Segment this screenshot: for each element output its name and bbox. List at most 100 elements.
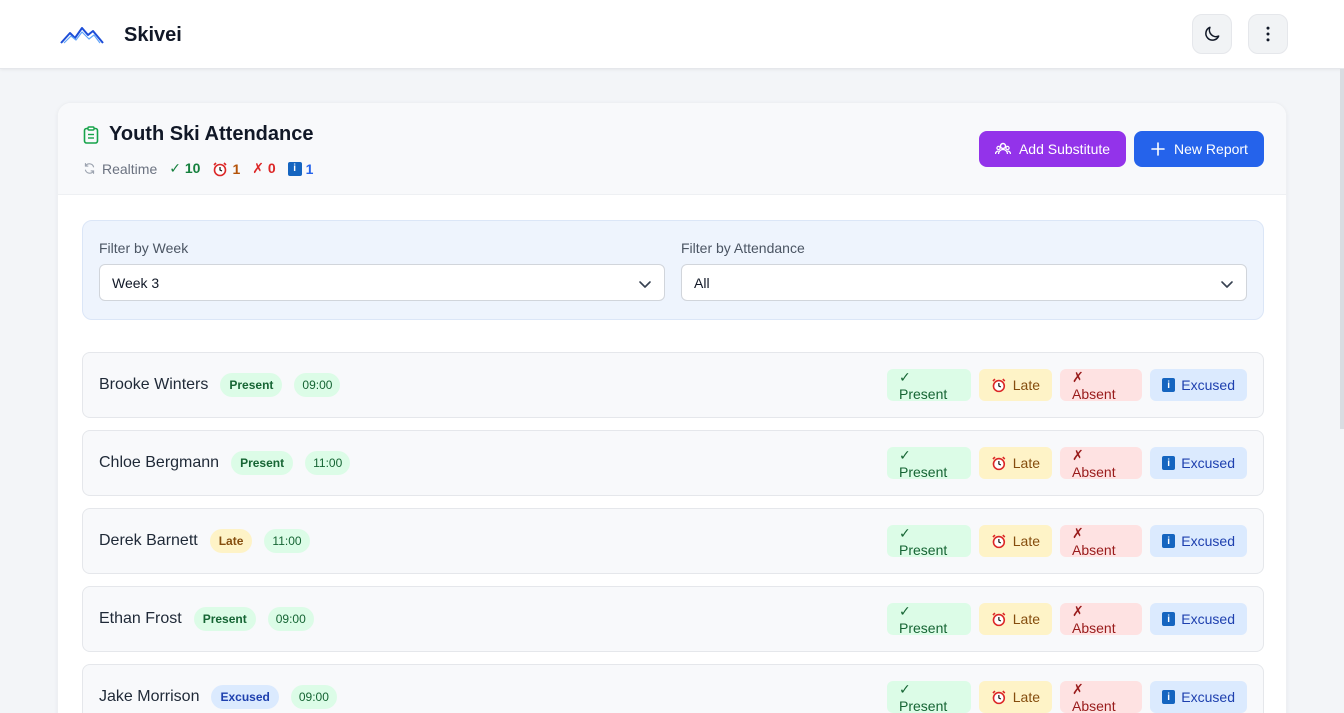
row-actions: ✓ Present Late ✗ Absent i Excused <box>887 369 1247 402</box>
chevron-down-icon <box>639 281 651 288</box>
status-badge: Late <box>209 529 253 553</box>
attendance-filter-label: Filter by Attendance <box>681 240 805 256</box>
stats-row: Realtime ✓ 10 1 ✗ 0 i 1 <box>83 160 313 177</box>
excused-label: Excused <box>1181 377 1235 393</box>
mark-excused-button[interactable]: i Excused <box>1150 369 1247 401</box>
status-badge: Excused <box>211 685 279 709</box>
brand[interactable]: Skivei <box>60 22 182 48</box>
excused-label: Excused <box>1181 533 1235 549</box>
late-label: Late <box>1012 689 1040 705</box>
excused-label: Excused <box>1181 611 1235 627</box>
excused-stat: i 1 <box>287 160 314 177</box>
week-select[interactable]: Week 3 <box>99 264 665 301</box>
mark-excused-button[interactable]: i Excused <box>1150 603 1247 635</box>
student-name: Brooke Winters <box>99 376 209 393</box>
student-name: Derek Barnett <box>99 532 198 549</box>
week-filter-label: Filter by Week <box>99 240 189 256</box>
info-icon: i <box>1162 690 1176 704</box>
mark-absent-button[interactable]: ✗ Absent <box>1060 525 1142 558</box>
mark-late-button[interactable]: Late <box>979 525 1052 557</box>
excused-label: Excused <box>1181 689 1235 705</box>
time-badge: 09:00 <box>290 685 337 709</box>
mark-late-button[interactable]: Late <box>979 681 1052 713</box>
attendance-select[interactable]: All <box>681 264 1247 301</box>
info-icon: i <box>1162 534 1176 548</box>
student-row: Chloe Bergmann Present 11:00 ✓ Present L… <box>82 430 1264 496</box>
mark-present-button[interactable]: ✓ Present <box>887 369 971 402</box>
status-badge: Present <box>193 607 256 631</box>
mark-late-button[interactable]: Late <box>979 447 1052 479</box>
more-menu-button[interactable] <box>1248 14 1288 54</box>
row-actions: ✓ Present Late ✗ Absent i Excused <box>887 603 1247 636</box>
mark-present-button[interactable]: ✓ Present <box>887 681 971 713</box>
refresh-icon <box>84 163 95 174</box>
late-label: Late <box>1012 533 1040 549</box>
time-badge: 09:00 <box>267 607 314 631</box>
student-name: Jake Morrison <box>99 688 200 705</box>
mark-excused-button[interactable]: i Excused <box>1150 681 1247 713</box>
student-row: Brooke Winters Present 09:00 ✓ Present L… <box>82 352 1264 418</box>
late-stat: 1 <box>212 161 240 177</box>
add-substitute-button[interactable]: Add Substitute <box>979 131 1126 167</box>
student-row: Derek Barnett Late 11:00 ✓ Present Late … <box>82 508 1264 574</box>
row-actions: ✓ Present Late ✗ Absent i Excused <box>887 447 1247 480</box>
student-row: Jake Morrison Excused 09:00 ✓ Present La… <box>82 664 1264 713</box>
attendance-select-value: All <box>694 274 710 291</box>
mark-late-button[interactable]: Late <box>979 369 1052 401</box>
present-count: ✓ 10 <box>169 160 201 176</box>
alarm-clock-icon <box>992 612 1006 627</box>
mark-absent-button[interactable]: ✗ Absent <box>1060 447 1142 480</box>
page-title: Youth Ski Attendance <box>109 123 314 145</box>
mark-present-button[interactable]: ✓ Present <box>887 525 971 558</box>
late-label: Late <box>1012 455 1040 471</box>
add-substitute-label: Add Substitute <box>1018 141 1111 157</box>
mountain-logo-icon <box>60 27 104 44</box>
theme-toggle-button[interactable] <box>1192 14 1232 54</box>
absent-count: ✗ 0 <box>252 160 276 176</box>
student-row: Ethan Frost Present 09:00 ✓ Present Late… <box>82 586 1264 652</box>
time-badge: 11:00 <box>305 451 351 475</box>
week-filter: Filter by Week Week 3 <box>99 240 665 301</box>
realtime-label: Realtime <box>102 160 158 177</box>
mark-absent-button[interactable]: ✗ Absent <box>1060 603 1142 636</box>
mark-present-button[interactable]: ✓ Present <box>887 447 971 480</box>
mark-absent-button[interactable]: ✗ Absent <box>1060 681 1142 713</box>
mark-excused-button[interactable]: i Excused <box>1150 525 1247 557</box>
excused-label: Excused <box>1181 455 1235 471</box>
filters-panel: Filter by Week Week 3 Filter by Attendan… <box>82 220 1264 320</box>
new-report-button[interactable]: New Report <box>1134 131 1264 167</box>
status-badge: Present <box>220 373 283 397</box>
clipboard-icon <box>83 125 99 144</box>
excused-count: 1 <box>305 160 314 177</box>
row-actions: ✓ Present Late ✗ Absent i Excused <box>887 525 1247 558</box>
week-select-value: Week 3 <box>112 274 160 291</box>
mark-excused-button[interactable]: i Excused <box>1150 447 1247 479</box>
app-name: Skivei <box>124 23 182 46</box>
attendance-filter: Filter by Attendance All <box>681 240 1247 301</box>
plus-icon <box>1151 142 1165 156</box>
student-name: Chloe Bergmann <box>99 454 220 471</box>
time-badge: 11:00 <box>264 529 310 553</box>
more-vertical-icon <box>1266 26 1270 42</box>
late-label: Late <box>1012 377 1040 393</box>
users-icon <box>994 142 1011 155</box>
mark-absent-button[interactable]: ✗ Absent <box>1060 369 1142 402</box>
moon-icon <box>1205 26 1220 41</box>
alarm-clock-icon <box>992 690 1006 705</box>
late-label: Late <box>1012 611 1040 627</box>
mark-late-button[interactable]: Late <box>979 603 1052 635</box>
alarm-clock-icon <box>992 456 1006 471</box>
info-icon: i <box>1162 456 1176 470</box>
mark-present-button[interactable]: ✓ Present <box>887 603 971 636</box>
info-icon: i <box>1162 612 1176 626</box>
info-icon: i <box>1162 378 1176 392</box>
new-report-label: New Report <box>1174 141 1248 157</box>
late-count: 1 <box>232 160 241 177</box>
top-bar: Skivei <box>0 0 1344 69</box>
info-icon: i <box>287 161 302 176</box>
status-badge: Present <box>231 451 294 475</box>
card-header: Youth Ski Attendance Realtime ✓ 10 1 ✗ 0… <box>58 103 1286 195</box>
alarm-clock-icon <box>213 161 228 176</box>
scrollbar[interactable] <box>1340 69 1344 429</box>
alarm-clock-icon <box>992 534 1006 549</box>
